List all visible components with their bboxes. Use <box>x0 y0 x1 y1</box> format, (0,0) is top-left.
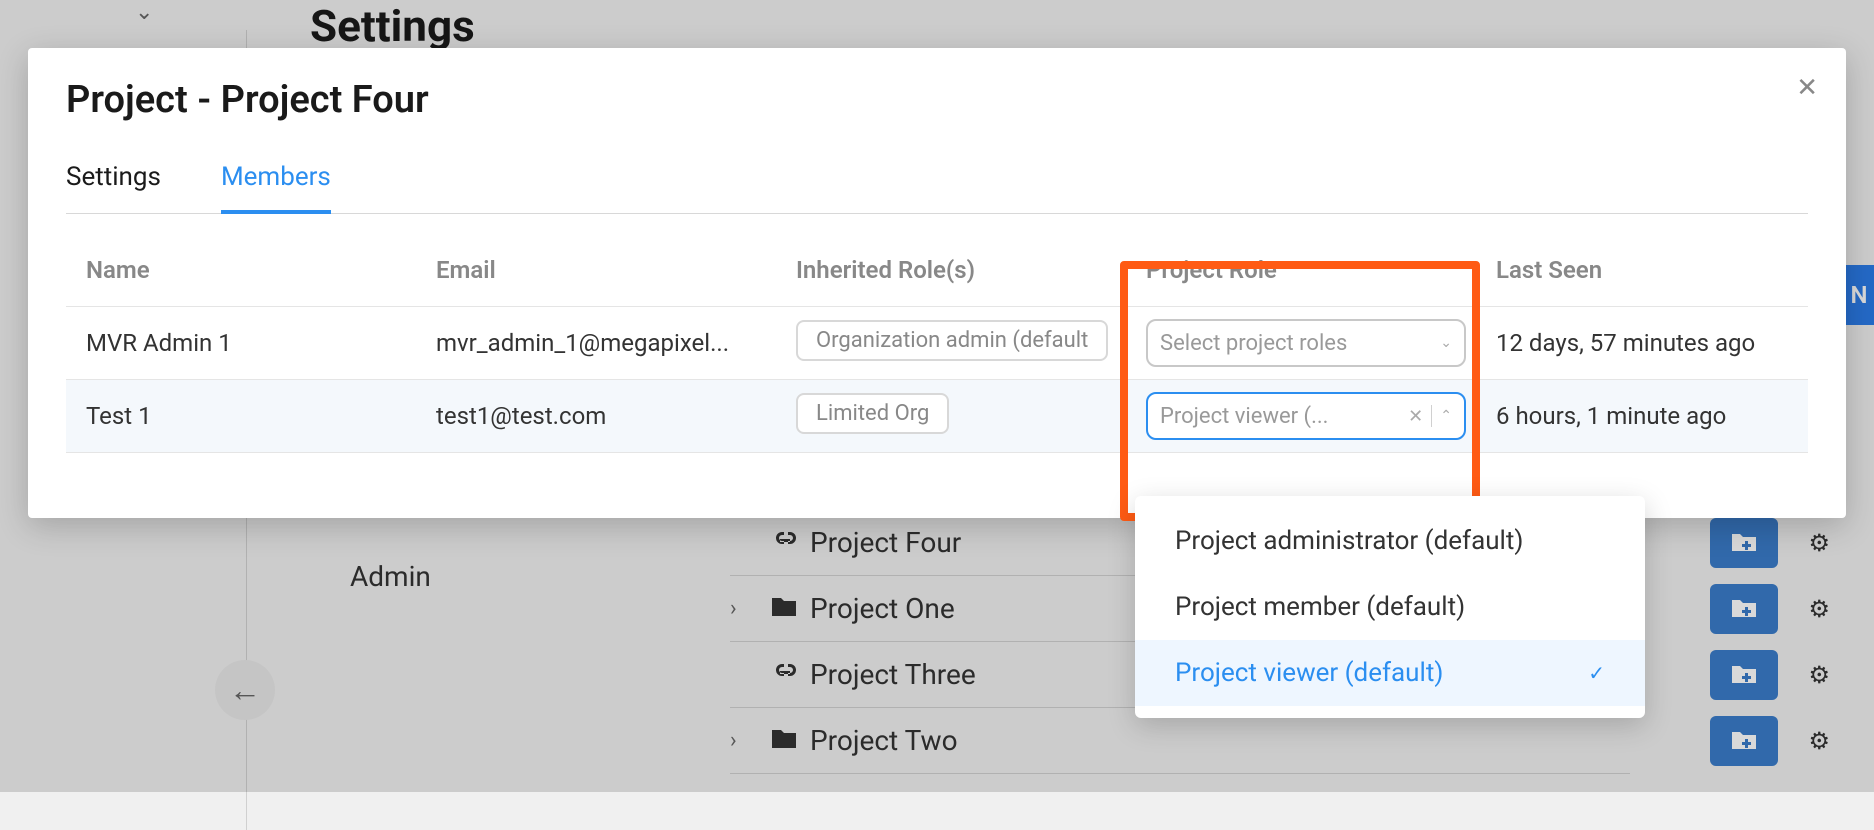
dropdown-item-viewer[interactable]: Project viewer (default) ✓ <box>1135 640 1645 706</box>
inherited-role-cell: Organization admin (default <box>796 320 1146 367</box>
member-email: mvr_admin_1@megapixel... <box>436 329 796 357</box>
table-header: Name Email Inherited Role(s) Project Rol… <box>66 242 1808 307</box>
link-icon <box>770 526 810 559</box>
sidebar-admin-label: Admin <box>350 560 431 593</box>
new-button-truncated[interactable]: N <box>1844 265 1874 325</box>
last-seen: 6 hours, 1 minute ago <box>1496 402 1788 430</box>
project-modal: ✕ Project - Project Four Settings Member… <box>28 48 1846 518</box>
back-button[interactable]: ← <box>215 660 275 720</box>
gear-icon[interactable]: ⚙ <box>1808 529 1830 557</box>
project-role-select[interactable]: Project viewer (... ✕ ⌃ <box>1146 392 1466 440</box>
project-label: Project One <box>810 592 955 625</box>
project-role-select[interactable]: Select project roles ⌄ <box>1146 319 1466 367</box>
divider <box>1431 405 1432 427</box>
add-folder-button[interactable] <box>1710 716 1778 766</box>
project-role-cell: Project viewer (... ✕ ⌃ <box>1146 392 1496 440</box>
dropdown-item-label: Project member (default) <box>1175 592 1465 622</box>
link-icon <box>770 658 810 691</box>
last-seen: 12 days, 57 minutes ago <box>1496 329 1788 357</box>
select-value: Project viewer (... <box>1160 404 1328 429</box>
tab-members[interactable]: Members <box>221 162 331 214</box>
table-row: Test 1 test1@test.com Limited Org Projec… <box>66 380 1808 453</box>
tab-settings[interactable]: Settings <box>66 162 161 213</box>
gear-icon[interactable]: ⚙ <box>1808 727 1830 755</box>
table-row: MVR Admin 1 mvr_admin_1@megapixel... Org… <box>66 307 1808 380</box>
add-folder-button[interactable] <box>1710 650 1778 700</box>
folder-icon <box>770 724 810 757</box>
project-label: Project Three <box>810 658 976 691</box>
chevron-up-icon: ⌃ <box>1440 408 1452 424</box>
role-badge: Organization admin (default <box>796 320 1108 361</box>
folder-icon <box>770 592 810 625</box>
role-badge: Limited Org <box>796 393 949 434</box>
col-name: Name <box>86 256 436 284</box>
members-table: Name Email Inherited Role(s) Project Rol… <box>66 242 1808 453</box>
gear-icon[interactable]: ⚙ <box>1808 661 1830 689</box>
dropdown-item-admin[interactable]: Project administrator (default) <box>1135 508 1645 574</box>
col-last-seen: Last Seen <box>1496 256 1788 284</box>
project-label: Project Two <box>810 724 958 757</box>
dropdown-item-label: Project administrator (default) <box>1175 526 1523 556</box>
project-label: Project Four <box>810 526 961 559</box>
modal-tabs: Settings Members <box>66 162 1808 214</box>
check-icon: ✓ <box>1588 661 1605 685</box>
role-dropdown: Project administrator (default) Project … <box>1135 496 1645 718</box>
dropdown-item-label: Project viewer (default) <box>1175 658 1443 688</box>
chevron-down-icon: ⌄ <box>1440 335 1452 351</box>
col-project-role: Project Role <box>1146 256 1496 284</box>
member-name: MVR Admin 1 <box>86 329 436 357</box>
chevron-right-icon[interactable]: › <box>730 728 770 753</box>
add-folder-button[interactable] <box>1710 518 1778 568</box>
project-role-cell: Select project roles ⌄ <box>1146 319 1496 367</box>
clear-icon[interactable]: ✕ <box>1408 406 1423 427</box>
gear-icon[interactable]: ⚙ <box>1808 595 1830 623</box>
col-email: Email <box>436 256 796 284</box>
dropdown-item-member[interactable]: Project member (default) <box>1135 574 1645 640</box>
modal-title: Project - Project Four <box>66 78 1808 122</box>
chevron-down-icon[interactable]: ⌄ <box>135 0 153 25</box>
inherited-role-cell: Limited Org <box>796 393 1146 440</box>
close-icon[interactable]: ✕ <box>1796 73 1818 103</box>
chevron-right-icon[interactable]: › <box>730 596 770 621</box>
member-name: Test 1 <box>86 402 436 430</box>
add-folder-button[interactable] <box>1710 584 1778 634</box>
select-placeholder: Select project roles <box>1160 331 1347 356</box>
member-email: test1@test.com <box>436 402 796 430</box>
page-title: Settings <box>310 0 475 52</box>
col-inherited: Inherited Role(s) <box>796 256 1146 284</box>
